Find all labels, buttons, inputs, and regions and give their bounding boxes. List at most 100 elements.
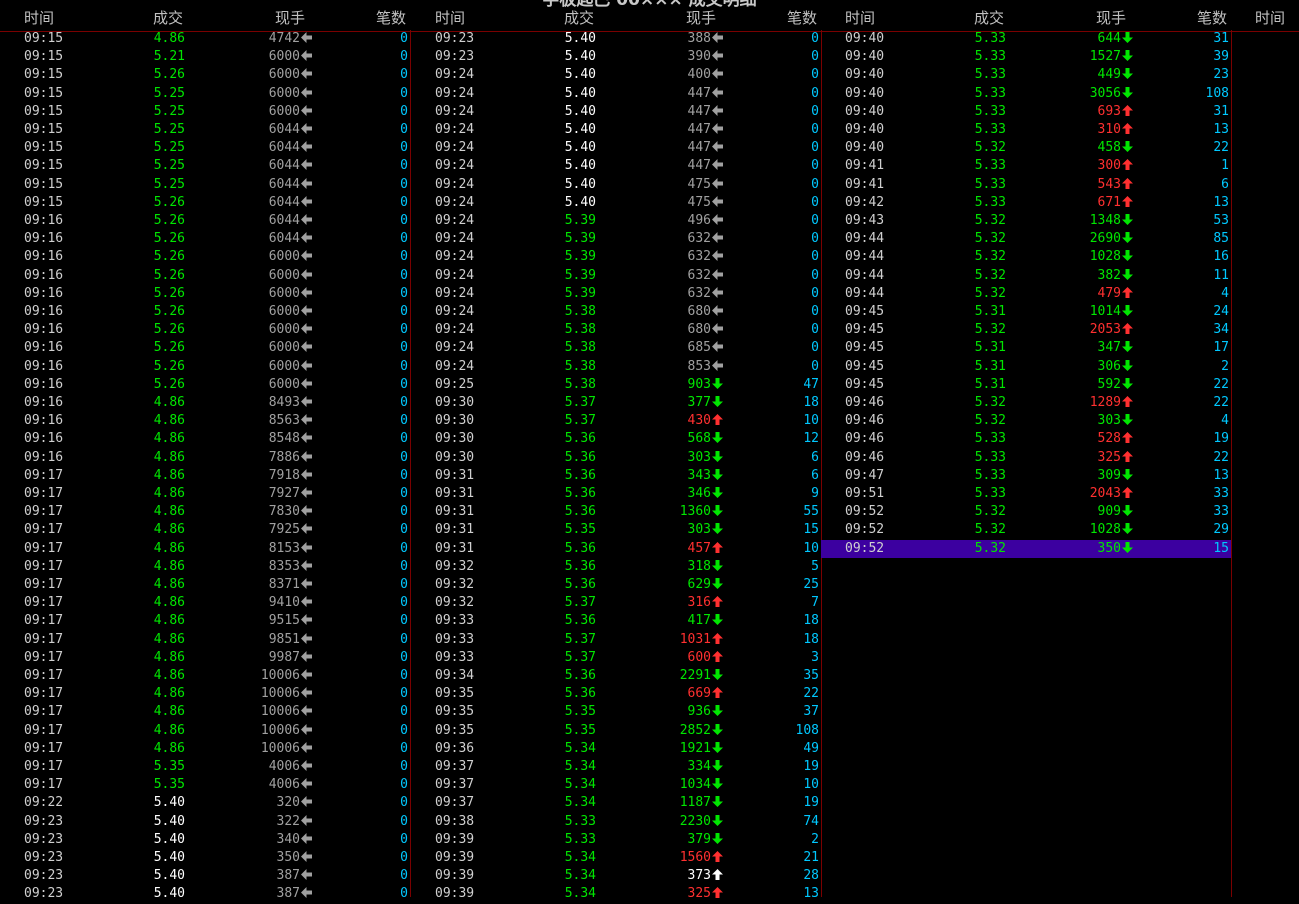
- table-row[interactable]: 09:47 5.33 309 13: [821, 467, 1231, 485]
- table-row[interactable]: 09:44 5.32 479 4: [821, 285, 1231, 303]
- column-header[interactable]: 笔数: [787, 9, 817, 27]
- table-row[interactable]: 09:16 5.26 6000 0: [0, 267, 410, 285]
- column-header[interactable]: 时间: [845, 9, 875, 27]
- table-row[interactable]: 09:46 5.33 528 19: [821, 430, 1231, 448]
- table-row[interactable]: 09:22 5.40 320 0: [0, 794, 410, 812]
- column-header[interactable]: 现手: [1096, 9, 1126, 27]
- table-row[interactable]: 09:15 5.26 6000 0: [0, 66, 410, 84]
- table-row-selected[interactable]: 09:52 5.32 350 15: [821, 539, 1231, 558]
- table-row[interactable]: 09:33 5.37 1031 18: [411, 631, 821, 649]
- table-row[interactable]: 09:16 5.26 6000 0: [0, 285, 410, 303]
- column-header[interactable]: 时间: [1255, 9, 1285, 27]
- table-row[interactable]: 09:41 5.33 543 6: [821, 176, 1231, 194]
- table-row[interactable]: 09:15 5.25 6044 0: [0, 176, 410, 194]
- table-row[interactable]: 09:15 5.21 6000 0: [0, 48, 410, 66]
- table-row[interactable]: 09:17 4.86 7925 0: [0, 521, 410, 539]
- table-row[interactable]: 09:17 4.86 7927 0: [0, 485, 410, 503]
- table-row[interactable]: 09:17 4.86 7918 0: [0, 467, 410, 485]
- table-row[interactable]: 09:46 5.32 303 4: [821, 412, 1231, 430]
- table-row[interactable]: 09:40 5.33 644 31: [821, 30, 1231, 48]
- table-row[interactable]: 09:24 5.39 632 0: [411, 230, 821, 248]
- table-row[interactable]: 09:32 5.37 316 7: [411, 594, 821, 612]
- table-row[interactable]: 09:39 5.34 373 28: [411, 867, 821, 885]
- table-row[interactable]: 09:24 5.38 680 0: [411, 303, 821, 321]
- table-row[interactable]: 09:15 5.25 6044 0: [0, 157, 410, 175]
- table-row[interactable]: 09:16 5.26 6000 0: [0, 248, 410, 266]
- table-row[interactable]: 09:40 5.33 3056 108: [821, 85, 1231, 103]
- table-row[interactable]: 09:23 5.40 387 0: [0, 867, 410, 885]
- table-row[interactable]: 09:23 5.40 390 0: [411, 48, 821, 66]
- table-row[interactable]: 09:30 5.36 303 6: [411, 449, 821, 467]
- table-row[interactable]: 09:45 5.31 592 22: [821, 376, 1231, 394]
- table-row[interactable]: 09:24 5.38 680 0: [411, 321, 821, 339]
- table-row[interactable]: 09:36 5.34 1921 49: [411, 740, 821, 758]
- table-row[interactable]: 09:24 5.38 853 0: [411, 358, 821, 376]
- table-row[interactable]: 09:24 5.39 632 0: [411, 285, 821, 303]
- table-row[interactable]: 09:31 5.36 346 9: [411, 485, 821, 503]
- table-row[interactable]: 09:15 5.25 6044 0: [0, 139, 410, 157]
- table-row[interactable]: 09:15 5.25 6000 0: [0, 85, 410, 103]
- column-header[interactable]: 成交: [564, 9, 594, 27]
- table-row[interactable]: 09:16 5.26 6000 0: [0, 321, 410, 339]
- table-row[interactable]: 09:17 4.86 10006 0: [0, 685, 410, 703]
- table-row[interactable]: 09:44 5.32 2690 85: [821, 230, 1231, 248]
- table-row[interactable]: 09:33 5.37 600 3: [411, 649, 821, 667]
- table-row[interactable]: 09:17 4.86 9410 0: [0, 594, 410, 612]
- table-row[interactable]: 09:17 4.86 9987 0: [0, 649, 410, 667]
- table-row[interactable]: 09:31 5.36 1360 55: [411, 503, 821, 521]
- table-row[interactable]: 09:24 5.40 447 0: [411, 139, 821, 157]
- table-row[interactable]: 09:40 5.32 458 22: [821, 139, 1231, 157]
- table-row[interactable]: 09:44 5.32 382 11: [821, 267, 1231, 285]
- table-row[interactable]: 09:37 5.34 1187 19: [411, 794, 821, 812]
- table-row[interactable]: 09:17 4.86 10006 0: [0, 740, 410, 758]
- table-row[interactable]: 09:44 5.32 1028 16: [821, 248, 1231, 266]
- table-row[interactable]: 09:17 4.86 7830 0: [0, 503, 410, 521]
- table-row[interactable]: 09:30 5.37 377 18: [411, 394, 821, 412]
- table-row[interactable]: 09:24 5.40 400 0: [411, 66, 821, 84]
- table-row[interactable]: 09:23 5.40 387 0: [0, 885, 410, 903]
- table-row[interactable]: 09:15 5.25 6000 0: [0, 103, 410, 121]
- table-row[interactable]: 09:31 5.35 303 15: [411, 521, 821, 539]
- table-row[interactable]: 09:42 5.33 671 13: [821, 194, 1231, 212]
- table-row[interactable]: 09:17 4.86 8153 0: [0, 540, 410, 558]
- column-header[interactable]: 成交: [974, 9, 1004, 27]
- table-row[interactable]: 09:46 5.32 1289 22: [821, 394, 1231, 412]
- table-row[interactable]: 09:23 5.40 350 0: [0, 849, 410, 867]
- table-row[interactable]: 09:17 4.86 8353 0: [0, 558, 410, 576]
- table-row[interactable]: 09:24 5.40 447 0: [411, 103, 821, 121]
- table-row[interactable]: 09:37 5.34 334 19: [411, 758, 821, 776]
- table-row[interactable]: 09:16 5.26 6000 0: [0, 303, 410, 321]
- column-header[interactable]: 笔数: [376, 9, 406, 27]
- table-row[interactable]: 09:34 5.36 2291 35: [411, 667, 821, 685]
- table-row[interactable]: 09:45 5.31 347 17: [821, 339, 1231, 357]
- table-row[interactable]: 09:39 5.33 379 2: [411, 831, 821, 849]
- table-row[interactable]: 09:41 5.33 300 1: [821, 157, 1231, 175]
- column-header[interactable]: 成交: [153, 9, 183, 27]
- column-header[interactable]: 笔数: [1197, 9, 1227, 27]
- table-row[interactable]: 09:16 4.86 8548 0: [0, 430, 410, 448]
- table-row[interactable]: 09:40 5.33 449 23: [821, 66, 1231, 84]
- table-row[interactable]: 09:51 5.33 2043 33: [821, 485, 1231, 503]
- table-row[interactable]: 09:52 5.32 909 33: [821, 503, 1231, 521]
- table-row[interactable]: 09:16 5.26 6044 0: [0, 212, 410, 230]
- table-row[interactable]: 09:32 5.36 629 25: [411, 576, 821, 594]
- table-row[interactable]: 09:38 5.33 2230 74: [411, 813, 821, 831]
- table-row[interactable]: 09:17 4.86 10006 0: [0, 667, 410, 685]
- table-row[interactable]: 09:23 5.40 322 0: [0, 813, 410, 831]
- table-row[interactable]: 09:24 5.40 475 0: [411, 194, 821, 212]
- column-header[interactable]: 时间: [435, 9, 465, 27]
- table-row[interactable]: 09:39 5.34 325 13: [411, 885, 821, 903]
- table-row[interactable]: 09:45 5.32 2053 34: [821, 321, 1231, 339]
- table-row[interactable]: 09:16 4.86 7886 0: [0, 449, 410, 467]
- table-row[interactable]: 09:16 5.26 6000 0: [0, 376, 410, 394]
- column-header[interactable]: 现手: [686, 9, 716, 27]
- table-row[interactable]: 09:32 5.36 318 5: [411, 558, 821, 576]
- column-header[interactable]: 时间: [24, 9, 54, 27]
- table-row[interactable]: 09:23 5.40 340 0: [0, 831, 410, 849]
- table-row[interactable]: 09:35 5.35 2852 108: [411, 722, 821, 740]
- table-row[interactable]: 09:40 5.33 310 13: [821, 121, 1231, 139]
- table-row[interactable]: 09:17 4.86 9851 0: [0, 631, 410, 649]
- table-row[interactable]: 09:45 5.31 1014 24: [821, 303, 1231, 321]
- table-row[interactable]: 09:17 4.86 10006 0: [0, 722, 410, 740]
- table-row[interactable]: 09:24 5.40 475 0: [411, 176, 821, 194]
